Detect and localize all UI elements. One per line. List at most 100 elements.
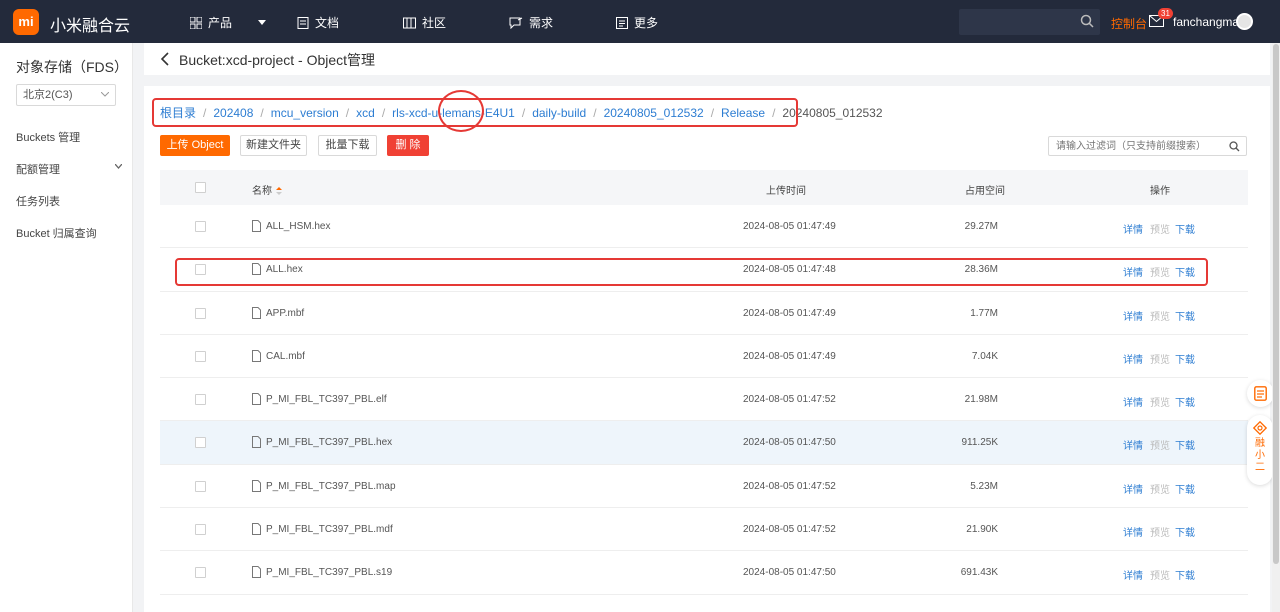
page-header: Bucket:xcd-project - Object管理 <box>144 43 1270 75</box>
column-name[interactable]: 名称 <box>252 182 282 197</box>
row-checkbox[interactable] <box>195 480 206 492</box>
detail-link[interactable]: 详情 <box>1123 437 1143 452</box>
chevron-down-icon[interactable] <box>115 164 122 169</box>
mail-badge: 31 <box>1158 8 1173 19</box>
upload-time: 2024-08-05 01:47:50 <box>743 437 836 449</box>
table-row: APP.mbf 2024-08-05 01:47:49 1.77M 详情 预览 … <box>160 291 1248 335</box>
row-checkbox[interactable] <box>195 437 206 449</box>
detail-link[interactable]: 详情 <box>1123 524 1143 539</box>
detail-link[interactable]: 详情 <box>1123 394 1143 409</box>
batch-download-button[interactable]: 批量下载 <box>318 135 377 156</box>
file-name[interactable]: ALL_HSM.hex <box>266 221 330 232</box>
console-link[interactable]: 控制台 <box>1111 15 1147 32</box>
download-link[interactable]: 下载 <box>1175 437 1195 452</box>
float-assistant-button[interactable]: 融小二 <box>1247 415 1273 485</box>
upload-time: 2024-08-05 01:47:49 <box>743 350 836 362</box>
username[interactable]: fanchangmai <box>1173 15 1242 29</box>
annotation-row-box <box>175 258 1208 286</box>
upload-object-button[interactable]: 上传 Object <box>160 135 230 156</box>
main-panel: 根目录 / 202408 / mcu_version / xcd / rls-x… <box>144 86 1270 612</box>
row-checkbox[interactable] <box>195 350 206 362</box>
caret-down-icon <box>258 19 267 25</box>
detail-link[interactable]: 详情 <box>1123 221 1143 236</box>
nav-more[interactable]: 更多 <box>616 14 658 31</box>
float-notes-button[interactable] <box>1247 380 1274 407</box>
upload-time: 2024-08-05 01:47:52 <box>743 480 836 492</box>
row-checkbox[interactable] <box>195 307 206 319</box>
sort-icon[interactable] <box>276 187 282 196</box>
document-icon <box>297 16 309 29</box>
download-link[interactable]: 下载 <box>1175 351 1195 366</box>
grid-icon <box>190 16 202 29</box>
file-icon <box>252 523 261 536</box>
file-name[interactable]: CAL.mbf <box>266 351 305 362</box>
search-icon[interactable] <box>1080 14 1094 28</box>
column-upload-time: 上传时间 <box>766 186 806 197</box>
file-name[interactable]: P_MI_FBL_TC397_PBL.elf <box>266 394 387 405</box>
detail-link[interactable]: 详情 <box>1123 567 1143 582</box>
nav-label: 产品 <box>208 16 233 30</box>
delete-button[interactable]: 删 除 <box>387 135 429 156</box>
new-folder-button[interactable]: 新建文件夹 <box>240 135 307 156</box>
detail-link[interactable]: 详情 <box>1123 351 1143 366</box>
search-icon[interactable] <box>1229 141 1240 152</box>
sidebar-item-quota[interactable]: 配额管理 <box>16 161 60 177</box>
sidebar-item-buckets[interactable]: Buckets 管理 <box>16 129 80 145</box>
file-name[interactable]: P_MI_FBL_TC397_PBL.map <box>266 481 396 492</box>
nav-requests[interactable]: 需求 <box>509 14 553 31</box>
file-name[interactable]: P_MI_FBL_TC397_PBL.mdf <box>266 524 393 535</box>
download-link[interactable]: 下载 <box>1175 308 1195 323</box>
notes-icon <box>1254 386 1267 401</box>
row-checkbox[interactable] <box>195 524 206 536</box>
download-link[interactable]: 下载 <box>1175 394 1195 409</box>
file-icon <box>252 436 261 449</box>
preview-link: 预览 <box>1150 571 1170 583</box>
table-row: P_MI_FBL_TC397_PBL.map 2024-08-05 01:47:… <box>160 464 1248 509</box>
scrollbar-thumb[interactable] <box>1273 44 1279 564</box>
table-row: P_MI_FBL_TC397_PBL.mdf 2024-08-05 01:47:… <box>160 508 1248 552</box>
file-icon <box>252 566 261 579</box>
column-size: 占用空间 <box>965 186 1005 197</box>
select-all-checkbox[interactable] <box>195 182 206 193</box>
file-name[interactable]: P_MI_FBL_TC397_PBL.hex <box>266 437 392 448</box>
detail-link[interactable]: 详情 <box>1123 481 1143 496</box>
nav-products[interactable]: 产品 <box>190 14 267 31</box>
file-size: 911.25K <box>961 437 998 449</box>
filter-input[interactable] <box>1049 137 1224 155</box>
table-row: P_MI_FBL_TC397_PBL.s19 2024-08-05 01:47:… <box>160 551 1248 595</box>
annotation-circle <box>438 90 484 132</box>
detail-link[interactable]: 详情 <box>1123 308 1143 323</box>
top-search[interactable] <box>959 9 1100 35</box>
region-select[interactable]: 北京2(C3) <box>16 84 116 106</box>
table-row: ALL_HSM.hex 2024-08-05 01:47:49 29.27M 详… <box>160 205 1248 249</box>
top-search-input[interactable] <box>959 9 1069 35</box>
filter-search[interactable] <box>1048 136 1247 156</box>
brand-name[interactable]: 小米融合云 <box>50 12 130 36</box>
download-link[interactable]: 下载 <box>1175 524 1195 539</box>
column-name-label: 名称 <box>252 186 272 197</box>
download-link[interactable]: 下载 <box>1175 481 1195 496</box>
file-name[interactable]: APP.mbf <box>266 308 304 319</box>
file-size: 21.90K <box>966 524 998 536</box>
nav-community[interactable]: 社区 <box>403 14 446 31</box>
assistant-icon <box>1252 420 1268 436</box>
file-name[interactable]: P_MI_FBL_TC397_PBL.s19 <box>266 567 392 578</box>
nav-docs[interactable]: 文档 <box>297 14 339 31</box>
file-size: 1.77M <box>970 307 998 319</box>
sidebar-item-tasks[interactable]: 任务列表 <box>16 193 60 209</box>
sidebar-item-bucket-owner[interactable]: Bucket 归属查询 <box>16 225 97 241</box>
row-checkbox[interactable] <box>195 394 206 406</box>
file-icon <box>252 306 261 319</box>
messages-button[interactable]: 31 <box>1149 8 1173 30</box>
more-icon <box>616 16 628 29</box>
table-row: P_MI_FBL_TC397_PBL.hex 2024-08-05 01:47:… <box>160 421 1248 465</box>
avatar[interactable] <box>1236 13 1253 30</box>
row-checkbox[interactable] <box>195 567 206 579</box>
preview-link: 预览 <box>1150 225 1170 236</box>
back-arrow-icon[interactable] <box>160 52 169 66</box>
row-checkbox[interactable] <box>195 221 206 232</box>
mi-logo[interactable]: mi <box>13 9 39 35</box>
preview-link: 预览 <box>1150 311 1170 323</box>
download-link[interactable]: 下载 <box>1175 567 1195 582</box>
download-link[interactable]: 下载 <box>1175 221 1195 236</box>
